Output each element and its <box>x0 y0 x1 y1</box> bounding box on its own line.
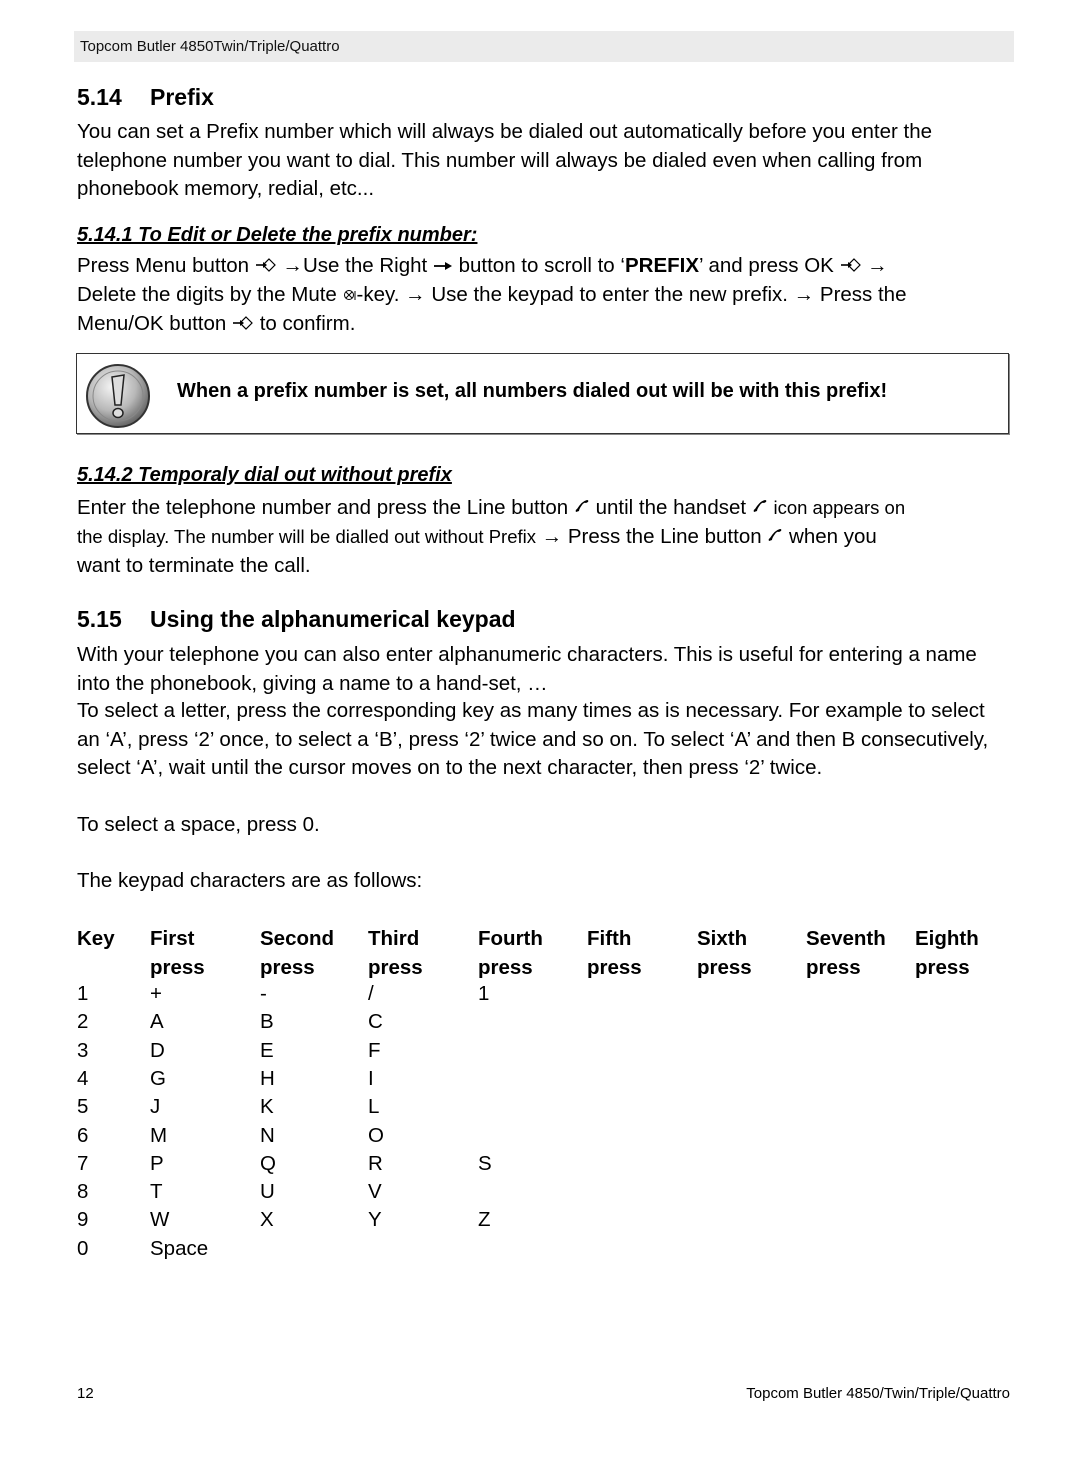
character-cell: U <box>260 1180 275 1204</box>
menu-ok-icon <box>232 310 254 339</box>
key-cell: 0 <box>77 1236 89 1260</box>
character-cell: Z <box>478 1208 491 1232</box>
key-cell: 8 <box>77 1180 89 1204</box>
subsection-heading-temporary-dial: 5.14.2 Temporaly dial out without prefix <box>77 464 452 486</box>
footer-title: Topcom Butler 4850/Twin/Triple/Quattro <box>746 1385 1010 1402</box>
character-cell: L <box>368 1095 380 1119</box>
character-cell: Q <box>260 1151 276 1175</box>
instruction-line-2: the display. The number will be dialled … <box>77 523 1012 552</box>
instruction-line-2: Delete the digits by the Mute -key. → Us… <box>77 281 1012 310</box>
section-number: 5.14 <box>77 84 122 110</box>
character-cell: + <box>150 982 162 1005</box>
section-title: Prefix <box>150 84 214 110</box>
subsection-heading-edit-prefix: 5.14.1 To Edit or Delete the prefix numb… <box>77 224 478 246</box>
key-cell: 4 <box>77 1066 89 1090</box>
key-cell: 1 <box>77 982 89 1005</box>
character-cell: J <box>150 1095 161 1119</box>
character-cell: W <box>150 1208 170 1232</box>
character-cell: S <box>478 1151 492 1175</box>
edit-prefix-instructions: Press Menu button →Use the Right button … <box>77 252 1012 338</box>
column-header: Sixth press <box>697 927 752 979</box>
keypad-intro-paragraph: With your telephone you can also enter a… <box>77 643 977 695</box>
column-header: Eighth press <box>915 927 979 979</box>
section-number: 5.15 <box>77 606 122 632</box>
column-header: Third press <box>368 927 423 979</box>
column-header: Fourth press <box>478 927 543 979</box>
character-cell: T <box>150 1180 163 1204</box>
page-number: 12 <box>77 1385 94 1402</box>
warning-note-box: When a prefix number is set, all numbers… <box>76 353 1009 434</box>
column-header: Fifth press <box>587 927 642 979</box>
character-cell: Y <box>368 1208 382 1232</box>
key-cell: 3 <box>77 1038 89 1062</box>
character-cell: F <box>368 1038 381 1062</box>
character-cell: X <box>260 1208 274 1232</box>
column-header: Key <box>77 927 115 950</box>
handset-icon <box>574 494 590 523</box>
menu-ok-icon <box>255 252 277 281</box>
character-cell: A <box>150 1010 164 1034</box>
key-cell: 2 <box>77 1010 89 1034</box>
header-title: Topcom Butler 4850Twin/Triple/Quattro <box>80 38 340 55</box>
keypad-characters-intro: The keypad characters are as follows: <box>77 869 423 892</box>
character-cell: E <box>260 1038 274 1062</box>
handset-icon <box>752 494 768 523</box>
key-cell: 9 <box>77 1208 89 1232</box>
mute-icon <box>343 281 357 310</box>
character-cell: R <box>368 1151 383 1175</box>
section-title: Using the alphanumerical keypad <box>150 606 516 632</box>
warning-note-text: When a prefix number is set, all numbers… <box>177 380 888 402</box>
key-cell: 5 <box>77 1095 89 1119</box>
section-heading-keypad: 5.15 Using the alphanumerical keypad <box>77 606 516 633</box>
section-heading-prefix: 5.14 Prefix <box>77 84 214 111</box>
character-cell: N <box>260 1123 275 1147</box>
character-cell: 1 <box>478 982 490 1005</box>
key-cell: 7 <box>77 1151 89 1175</box>
character-cell: C <box>368 1010 383 1034</box>
handset-icon <box>767 523 783 552</box>
instruction-line-3: want to terminate the call. <box>77 553 311 577</box>
keypad-select-letter-paragraph: To select a letter, press the correspond… <box>77 699 989 779</box>
keypad-space-paragraph: To select a space, press 0. <box>77 813 320 836</box>
character-cell: M <box>150 1123 168 1147</box>
character-cell: H <box>260 1066 275 1090</box>
prefix-intro-paragraph: You can set a Prefix number which will a… <box>77 120 933 200</box>
character-cell: D <box>150 1038 165 1062</box>
column-header: First press <box>150 927 205 979</box>
character-cell: V <box>368 1180 382 1204</box>
character-cell: / <box>368 982 374 1005</box>
character-cell: B <box>260 1010 274 1034</box>
character-cell: P <box>150 1151 164 1175</box>
temporary-dial-instructions: Enter the telephone number and press the… <box>77 494 1012 580</box>
menu-ok-icon <box>840 252 862 281</box>
exclamation-icon <box>85 363 151 429</box>
instruction-line-1: Press Menu button →Use the Right button … <box>77 252 1012 281</box>
column-header: Seventh press <box>806 927 886 979</box>
character-cell: O <box>368 1123 384 1147</box>
instruction-line-3: Menu/OK button to confirm. <box>77 310 1012 339</box>
character-cell: K <box>260 1095 274 1119</box>
character-cell: - <box>260 982 267 1005</box>
page-header: Topcom Butler 4850Twin/Triple/Quattro <box>74 31 1014 62</box>
instruction-line-1: Enter the telephone number and press the… <box>77 494 1012 523</box>
character-cell: I <box>368 1066 374 1090</box>
column-header: Second press <box>260 927 335 979</box>
key-cell: 6 <box>77 1123 89 1147</box>
right-arrow-icon <box>433 252 453 281</box>
character-cell: Space <box>150 1236 209 1260</box>
character-cell: G <box>150 1066 166 1090</box>
